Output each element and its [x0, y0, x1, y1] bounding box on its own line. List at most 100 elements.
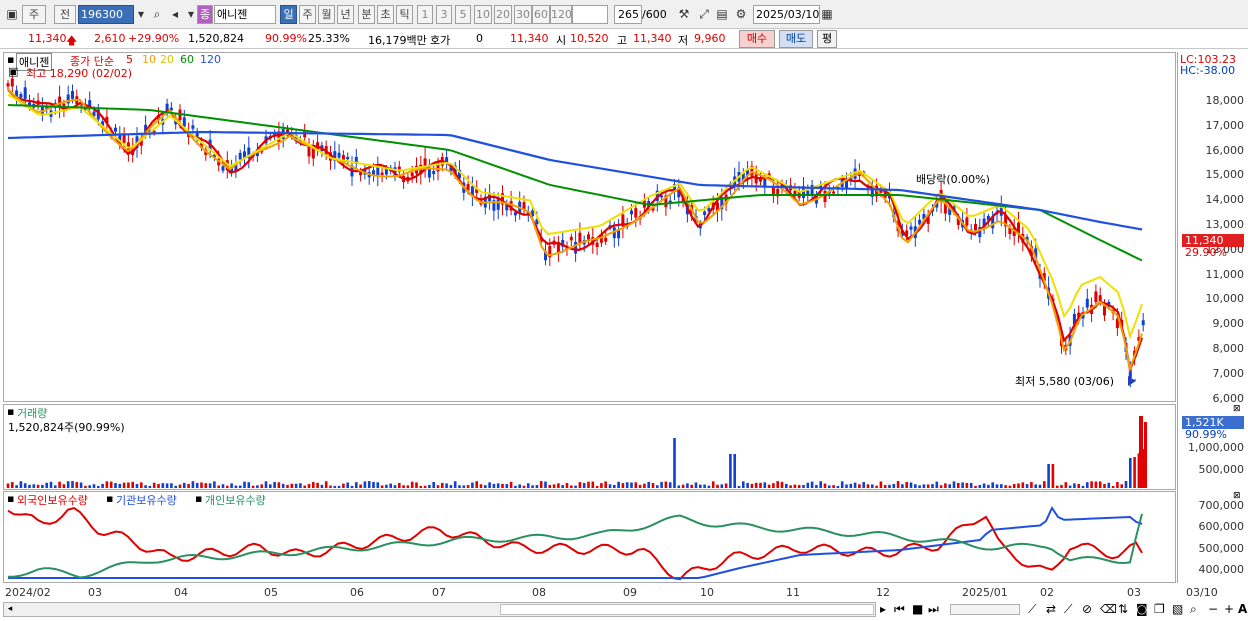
volume-bar: [815, 484, 818, 488]
volume-bar: [256, 485, 259, 488]
volume-bar: [694, 482, 698, 488]
line-tool-icon[interactable]: ⟋: [1064, 602, 1072, 617]
text-tool-icon[interactable]: A: [1238, 602, 1247, 616]
volume-bar: [329, 485, 332, 488]
volume-bar: [724, 483, 728, 488]
panel-close-icon[interactable]: ⊠: [1233, 491, 1241, 501]
x-axis-label: 08: [532, 586, 546, 599]
draw-tool-icon[interactable]: ⟋: [1028, 602, 1036, 617]
zoom-in-icon[interactable]: +: [1224, 602, 1234, 616]
copy-icon[interactable]: ❐: [1154, 602, 1165, 616]
volume-bar: [1086, 482, 1089, 488]
scroll-thumb[interactable]: [500, 604, 874, 615]
rewind-icon[interactable]: ⏮: [894, 602, 905, 617]
volume-bar: [608, 484, 612, 488]
holder-tick-label: 500,000: [1198, 541, 1245, 555]
candle-body: [19, 94, 23, 98]
candle-body: [427, 168, 431, 178]
volume-bars-group: [6, 416, 1147, 488]
volume-bar: [316, 482, 319, 488]
volume-bar: [780, 481, 784, 488]
volume-bar: [905, 481, 908, 488]
tool-icon[interactable]: ▣: [8, 65, 18, 78]
image-icon[interactable]: ▧: [1172, 602, 1183, 616]
volume-bar: [385, 484, 388, 488]
holder-lines-group: [7, 505, 1143, 581]
zoom-slider[interactable]: [950, 604, 1020, 615]
holder-tick-label: 600,000: [1198, 520, 1245, 534]
volume-bar: [1043, 481, 1046, 488]
volume-bar: [926, 484, 930, 488]
volume-value-label: 1,520,824주(90.99%): [8, 421, 125, 434]
volume-bar: [1051, 464, 1055, 488]
eraser-icon[interactable]: ⌫: [1100, 602, 1117, 616]
volume-bar: [299, 483, 302, 488]
volume-bar: [742, 481, 745, 488]
x-axis-label: 05: [264, 586, 278, 599]
candle-body: [578, 232, 582, 244]
volume-bar: [862, 482, 865, 488]
x-axis-label: 12: [876, 586, 890, 599]
volume-bar: [453, 481, 457, 488]
volume-bar: [84, 485, 87, 488]
camera-icon[interactable]: ◙: [1136, 602, 1148, 616]
volume-bar: [539, 481, 543, 488]
volume-bar: [273, 481, 276, 488]
volume-bar: [1124, 481, 1128, 488]
sync-icon[interactable]: ⇄: [1046, 602, 1056, 616]
volume-bar: [307, 484, 311, 488]
volume-bar: [118, 483, 122, 488]
candle-body: [1085, 298, 1089, 308]
volume-bar: [226, 485, 229, 488]
x-axis-label: 09: [623, 586, 637, 599]
panel-menu-icon[interactable]: ▪: [106, 492, 113, 505]
volume-bar: [965, 482, 969, 488]
volume-bar: [974, 485, 977, 488]
volume-bar: [647, 481, 650, 488]
volume-bar: [479, 484, 483, 488]
candle-body: [1094, 291, 1098, 303]
volume-bar: [41, 484, 44, 488]
volume-bar: [737, 485, 741, 488]
volume-bar: [914, 484, 917, 488]
volume-bar: [935, 481, 939, 488]
hc-label: HC:-38.00: [1180, 64, 1236, 77]
volume-bar: [643, 483, 646, 488]
volume-bar: [135, 484, 139, 488]
volume-bar: [471, 482, 474, 488]
volume-bar: [144, 485, 147, 488]
volume-bar: [707, 485, 711, 488]
panel-close-icon[interactable]: ⊠: [1233, 404, 1241, 414]
volume-bar: [587, 481, 590, 488]
volume-bar: [1129, 457, 1132, 488]
cross-icon[interactable]: ⊘: [1082, 602, 1092, 616]
arrange-icon[interactable]: ⇅: [1118, 602, 1128, 616]
forward-icon[interactable]: ⏭: [928, 602, 939, 617]
volume-bar: [802, 484, 805, 488]
volume-bar: [565, 482, 569, 488]
volume-bar: [634, 482, 638, 488]
scroll-left-icon[interactable]: ◂: [4, 603, 16, 616]
horizontal-scrollbar[interactable]: ◂: [3, 602, 876, 617]
volume-bar: [535, 485, 539, 488]
search-icon[interactable]: ⌕: [1190, 602, 1197, 617]
panel-menu-icon[interactable]: ▪: [195, 492, 202, 505]
price-tick-label: 7,000: [1212, 366, 1245, 380]
candle-body: [832, 191, 836, 194]
volume-bar: [230, 483, 233, 488]
volume-bar: [170, 483, 173, 488]
volume-bar: [260, 484, 263, 488]
volume-bar: [122, 482, 126, 488]
volume-bar: [393, 485, 397, 488]
volume-bar: [729, 454, 732, 488]
volume-bar: [174, 485, 177, 488]
volume-bar: [574, 485, 577, 488]
zoom-out-icon[interactable]: −: [1208, 602, 1218, 616]
candle-body: [587, 234, 590, 240]
panel-menu-icon[interactable]: ▪: [7, 492, 14, 505]
x-axis-label: 03: [1127, 586, 1141, 599]
panel-menu-icon[interactable]: ▪: [7, 405, 14, 418]
play-next-icon[interactable]: ▸: [880, 602, 886, 616]
candle-body: [1141, 320, 1145, 326]
stop-icon[interactable]: ■: [912, 602, 923, 616]
